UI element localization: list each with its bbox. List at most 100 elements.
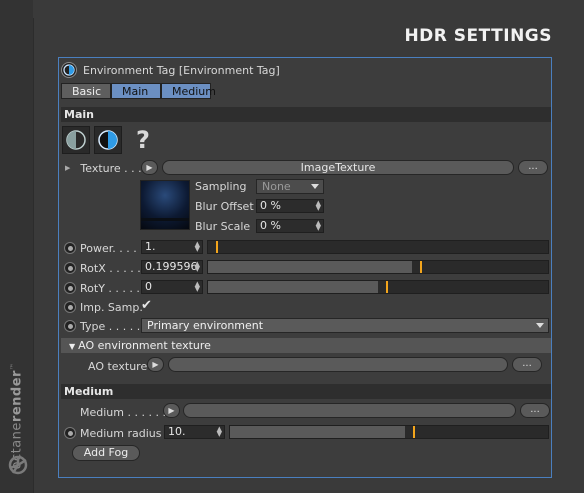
type-row: Type . . . . .: [61, 317, 140, 335]
rotx-animate-radio[interactable]: [64, 262, 76, 274]
rotx-slider-knob[interactable]: [420, 261, 422, 273]
sampling-dropdown[interactable]: None: [256, 179, 324, 194]
imp-samp-animate-radio[interactable]: [64, 301, 76, 313]
blur-offset-value: 0 %: [260, 199, 281, 212]
roty-label: RotY . . . . .: [80, 281, 140, 295]
sampling-label: Sampling: [195, 180, 247, 193]
ao-section-header[interactable]: ▼ AO environment texture: [61, 338, 551, 353]
texture-label: Texture . . .: [80, 161, 142, 175]
texture-preview-thumbnail: [140, 180, 190, 230]
roty-slider-knob[interactable]: [386, 281, 388, 293]
power-slider[interactable]: [207, 240, 549, 254]
medium-radius-field[interactable]: 10. ▲ ▼: [164, 425, 225, 439]
rotx-row: RotX . . . . .: [61, 259, 141, 277]
sampling-value: None: [262, 180, 291, 193]
spinner-icon[interactable]: ▲ ▼: [316, 200, 321, 212]
medium-radius-row: Medium radius: [61, 424, 162, 442]
medium-label: Medium . . . . . .: [80, 406, 166, 419]
left-sidebar: octanerender™: [0, 0, 34, 493]
octane-env-icon: [98, 130, 118, 150]
medium-button[interactable]: [183, 403, 516, 418]
spinner-icon[interactable]: ▲ ▼: [195, 281, 200, 293]
play-arrow-icon: ▶: [168, 406, 175, 415]
environment-tag-button[interactable]: [94, 126, 122, 154]
imp-samp-checkbox[interactable]: ✔: [141, 298, 152, 313]
collapse-triangle-icon: ▼: [69, 342, 76, 351]
medium-link-button[interactable]: ▶: [163, 403, 180, 418]
tab-main[interactable]: Main: [111, 83, 161, 99]
tab-bar: Basic Main Medium: [61, 83, 216, 99]
power-value: 1.: [145, 240, 156, 253]
texture-link-button[interactable]: ▶: [141, 160, 158, 175]
medium-radius-animate-radio[interactable]: [64, 427, 76, 439]
blur-scale-label: Blur Scale: [195, 220, 251, 233]
play-arrow-icon: ▶: [146, 163, 153, 172]
panel-header: Environment Tag [Environment Tag]: [61, 61, 280, 79]
type-animate-radio[interactable]: [64, 320, 76, 332]
section-medium-header: Medium: [61, 384, 551, 399]
ao-texture-button[interactable]: [168, 357, 508, 372]
roty-value: 0: [145, 280, 152, 293]
medium-more-button[interactable]: ...: [520, 403, 550, 418]
brand-wordmark: octanerender™: [9, 362, 25, 470]
rotx-value: 0.199596: [145, 260, 198, 273]
panel-header-label: Environment Tag [Environment Tag]: [83, 63, 280, 77]
spinner-icon[interactable]: ▲ ▼: [217, 426, 222, 438]
spinner-icon[interactable]: ▲ ▼: [316, 220, 321, 232]
type-dropdown[interactable]: Primary environment: [141, 318, 549, 333]
spinner-icon[interactable]: ▲ ▼: [195, 241, 200, 253]
dropdown-caret-icon: [311, 184, 319, 189]
help-icon[interactable]: ?: [136, 126, 150, 154]
page-title: HDR SETTINGS: [404, 26, 552, 46]
rotx-field[interactable]: 0.199596 ▲ ▼: [141, 260, 203, 274]
medium-radius-label: Medium radius: [80, 426, 162, 440]
roty-slider[interactable]: [207, 280, 549, 294]
ao-texture-more-button[interactable]: ...: [512, 357, 542, 372]
texture-row: ▶ Texture . . .: [61, 159, 142, 177]
tab-basic[interactable]: Basic: [61, 83, 111, 99]
blur-offset-field[interactable]: 0 % ▲ ▼: [256, 199, 324, 213]
ao-texture-link-button[interactable]: ▶: [147, 357, 164, 372]
blur-scale-field[interactable]: 0 % ▲ ▼: [256, 219, 324, 233]
octane-logo-icon: [8, 455, 28, 475]
top-strip: [33, 0, 584, 18]
power-label: Power. . . .: [80, 241, 137, 255]
play-arrow-icon: ▶: [152, 360, 159, 369]
medium-radius-slider-fill: [230, 426, 405, 438]
blur-offset-label: Blur Offset: [195, 200, 254, 213]
expand-triangle-icon[interactable]: ▶: [65, 164, 70, 172]
ao-section-label: AO environment texture: [78, 339, 211, 352]
roty-animate-radio[interactable]: [64, 282, 76, 294]
section-main-header: Main: [61, 107, 551, 122]
octanerender-brand: octanerender™: [8, 350, 28, 480]
imp-samp-row: Imp. Samp.: [61, 298, 143, 316]
imp-samp-label: Imp. Samp.: [80, 300, 143, 314]
rotx-label: RotX . . . . .: [80, 261, 141, 275]
type-value: Primary environment: [147, 319, 264, 332]
texture-more-button[interactable]: ...: [518, 160, 548, 175]
ao-texture-label: AO texture: [88, 360, 148, 373]
power-slider-knob[interactable]: [216, 241, 218, 253]
medium-radius-value: 10.: [168, 425, 186, 438]
rotx-slider[interactable]: [207, 260, 549, 274]
tab-medium[interactable]: Medium: [161, 83, 216, 99]
spinner-icon[interactable]: ▲ ▼: [195, 261, 200, 273]
power-row: Power. . . .: [61, 239, 137, 257]
type-label: Type . . . . .: [80, 319, 141, 333]
rotx-slider-fill: [208, 261, 412, 273]
medium-radius-slider-knob[interactable]: [412, 426, 415, 438]
blur-scale-value: 0 %: [260, 219, 281, 232]
roty-row: RotY . . . . .: [61, 279, 140, 297]
attributes-panel: Environment Tag [Environment Tag] Basic …: [58, 57, 552, 478]
dropdown-caret-icon: [536, 323, 544, 328]
power-field[interactable]: 1. ▲ ▼: [141, 240, 203, 254]
roty-field[interactable]: 0 ▲ ▼: [141, 280, 203, 294]
roty-slider-fill: [208, 281, 378, 293]
texture-button[interactable]: ImageTexture: [162, 160, 514, 175]
octane-toggle-button[interactable]: [62, 126, 90, 154]
medium-radius-slider[interactable]: [229, 425, 549, 439]
power-animate-radio[interactable]: [64, 242, 76, 254]
environment-tag-icon: [61, 62, 77, 78]
octane-half-circle-icon: [66, 130, 86, 150]
add-fog-button[interactable]: Add Fog: [72, 445, 140, 461]
